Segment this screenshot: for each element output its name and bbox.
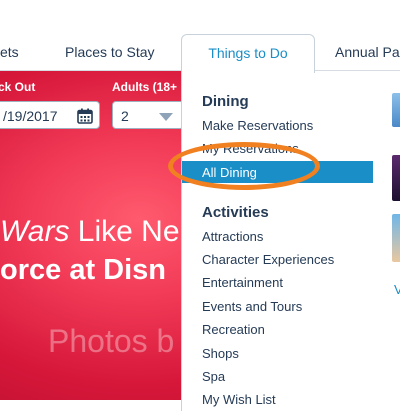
menu-item-spa[interactable]: Spa [202, 369, 225, 384]
chevron-down-icon [159, 113, 173, 121]
hero-headline-italic: Wars [0, 215, 70, 248]
nav-tab-label: Things to Do [208, 45, 288, 61]
checkout-label: ck Out [0, 80, 36, 94]
hero-headline: Wars Like Ne [0, 215, 180, 249]
thumbnail-image[interactable] [392, 155, 400, 201]
thumbnail-image[interactable] [392, 214, 400, 262]
right-thumbnail-column: V [372, 71, 400, 400]
things-to-do-dropdown: Dining Make Reservations My Reservations… [181, 71, 373, 411]
nav-tab-places-to-stay[interactable]: Places to Stay [65, 44, 155, 60]
menu-heading-activities: Activities [202, 204, 269, 221]
menu-item-all-dining-label: All Dining [202, 165, 257, 180]
hero-photo-watermark: Photos b [48, 323, 175, 359]
menu-item-make-reservations[interactable]: Make Reservations [202, 118, 313, 133]
menu-item-recreation[interactable]: Recreation [202, 322, 265, 337]
calendar-icon[interactable] [77, 108, 93, 124]
menu-item-shops[interactable]: Shops [202, 346, 239, 361]
nav-tab-tickets[interactable]: ets [0, 44, 19, 60]
menu-item-all-dining[interactable]: All Dining [182, 161, 373, 183]
adults-select[interactable]: 2 [112, 101, 184, 129]
hero-subheadline: orce at Disn [0, 254, 166, 286]
thumbnail-image[interactable] [392, 93, 400, 127]
menu-item-entertainment[interactable]: Entertainment [202, 275, 283, 290]
menu-item-events-and-tours[interactable]: Events and Tours [202, 299, 302, 314]
menu-item-character-experiences[interactable]: Character Experiences [202, 252, 334, 267]
nav-tab-annual-passes[interactable]: Annual Pa [335, 44, 400, 60]
menu-item-attractions[interactable]: Attractions [202, 229, 263, 244]
hero-headline-rest: Like Ne [69, 215, 180, 248]
menu-item-my-reservations[interactable]: My Reservations [202, 141, 299, 156]
checkout-date-value: /19/2017 [3, 108, 58, 124]
menu-heading-dining: Dining [202, 93, 249, 110]
view-link[interactable]: V [394, 282, 400, 297]
checkout-date-field[interactable]: /19/2017 [0, 101, 100, 129]
nav-tab-things-to-do[interactable]: Things to Do [181, 34, 315, 73]
adults-value: 2 [121, 108, 129, 124]
adults-label: Adults (18+ [112, 80, 178, 94]
